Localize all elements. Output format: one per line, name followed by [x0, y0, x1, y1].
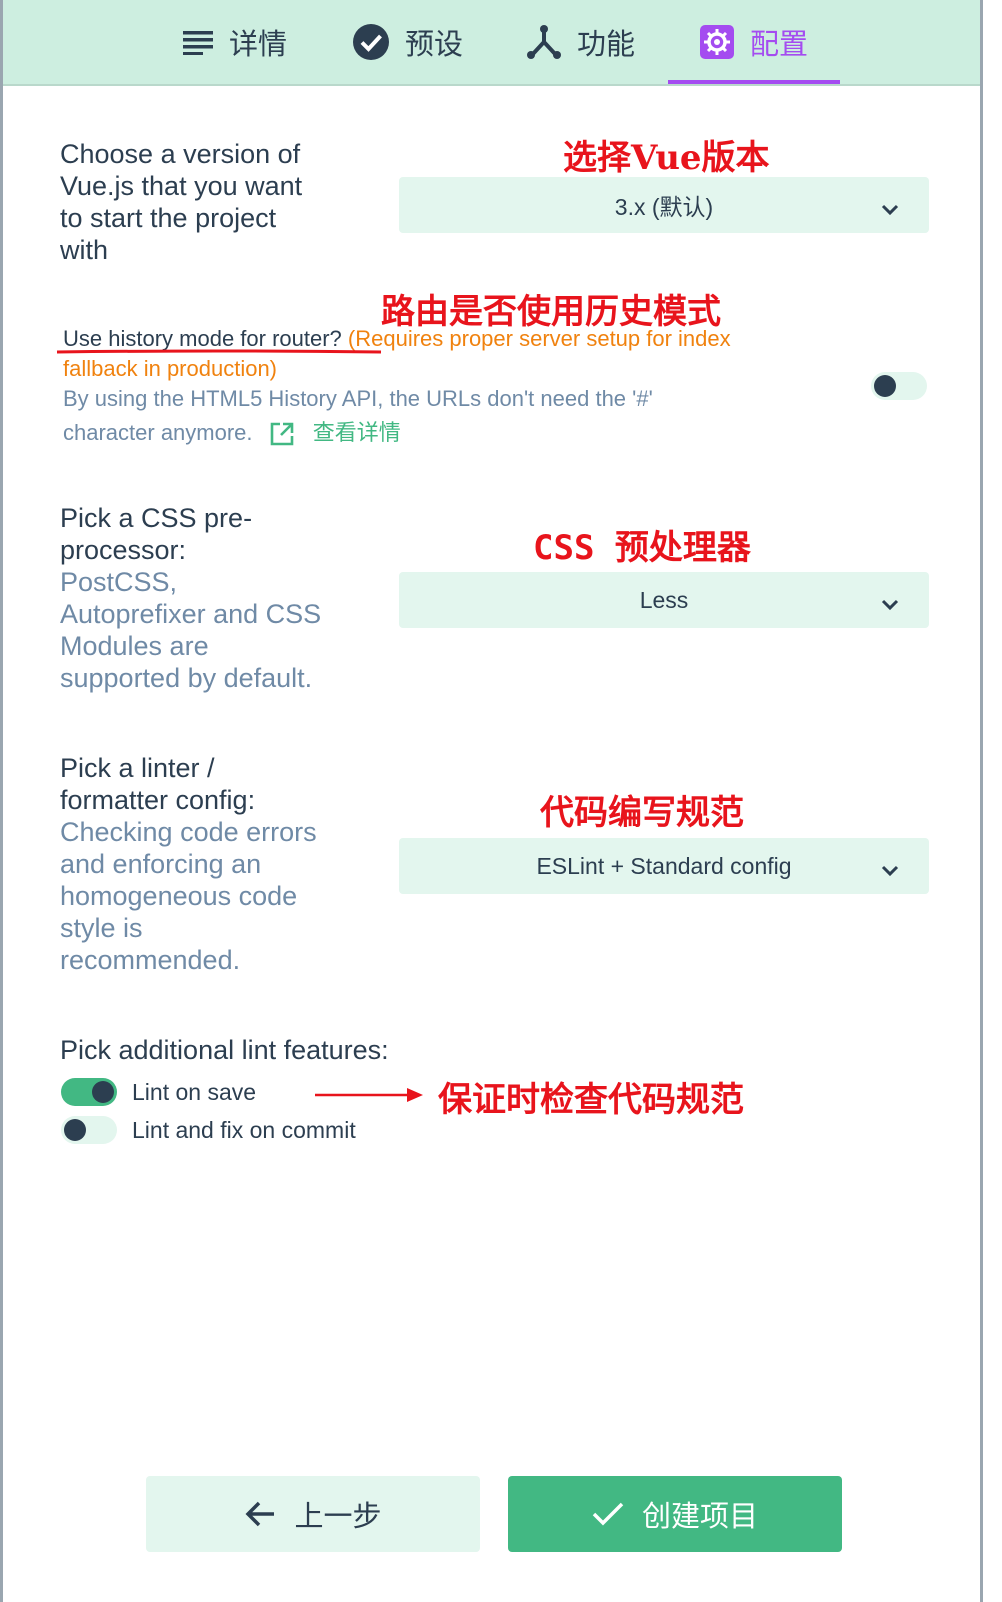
- router-history-toggle[interactable]: [871, 372, 927, 400]
- top-nav: 详情 预设 功能 配置: [3, 0, 980, 86]
- css-desc-line: supported by default.: [60, 663, 313, 693]
- css-label: Pick a CSS pre- processor:: [60, 502, 360, 566]
- previous-step-label: 上一步: [294, 1501, 382, 1533]
- tab-details-label: 详情: [229, 29, 288, 61]
- arrow-left-icon: [244, 1500, 276, 1528]
- lint-features-annotation: 保证时检查代码规范: [438, 1080, 744, 1120]
- create-project-button[interactable]: 创建项目: [508, 1476, 842, 1552]
- tab-config-label: 配置: [750, 29, 809, 61]
- css-preprocessor-value: Less: [639, 586, 689, 613]
- linter-label-line: formatter config:: [60, 785, 256, 815]
- more-info-link[interactable]: 查看详情: [313, 420, 401, 445]
- chevron-down-icon: [881, 856, 899, 883]
- tab-config[interactable]: 配置: [700, 0, 808, 84]
- lint-fix-commit-label: Lint and fix on commit: [132, 1117, 356, 1143]
- css-label-line: processor:: [60, 535, 187, 565]
- css-desc-line: PostCSS,: [60, 567, 178, 597]
- toggle-knob: [92, 1081, 114, 1103]
- external-link-icon[interactable]: [269, 421, 295, 447]
- tab-presets[interactable]: 预设: [353, 0, 463, 84]
- toggle-knob: [874, 375, 896, 397]
- linter-description: Checking code errors and enforcing an ho…: [60, 816, 360, 976]
- css-desc-line: Autoprefixer and CSS: [60, 599, 322, 629]
- list-icon: [183, 29, 213, 55]
- lint-features-label: Pick additional lint features:: [60, 1035, 389, 1065]
- vue-version-label-line: with: [60, 235, 109, 265]
- vue-version-value: 3.x (默认): [614, 194, 714, 220]
- active-tab-indicator: [668, 80, 840, 84]
- lint-on-save-label: Lint on save: [132, 1079, 257, 1105]
- create-project-label: 创建项目: [641, 1501, 758, 1533]
- css-label-line: Pick a CSS pre-: [60, 503, 253, 533]
- tab-features-label: 功能: [577, 29, 636, 61]
- vue-version-select[interactable]: 3.x (默认): [399, 177, 929, 233]
- app-frame: 详情 预设 功能 配置 Choose a version of Vue.js t…: [0, 0, 983, 1602]
- lint-fix-commit-toggle[interactable]: [61, 1116, 117, 1144]
- linter-annotation: 代码编写规范: [540, 793, 744, 833]
- linter-desc-line: and enforcing an: [60, 849, 262, 879]
- lint-on-save-toggle[interactable]: [61, 1078, 117, 1106]
- red-underline-mark: [56, 349, 382, 354]
- check-circle-icon: [353, 24, 389, 60]
- fork-icon: [527, 25, 561, 59]
- toggle-knob: [64, 1119, 86, 1141]
- vue-version-label-line: to start the project: [60, 203, 277, 233]
- css-annotation: CSS 预处理器: [533, 528, 751, 568]
- vue-version-label-line: Vue.js that you want: [60, 171, 303, 201]
- linter-desc-line: recommended.: [60, 945, 241, 975]
- previous-step-button[interactable]: 上一步: [146, 1476, 480, 1552]
- vue-version-label-line: Choose a version of: [60, 139, 301, 169]
- red-arrow-mark: [315, 1088, 423, 1102]
- check-icon: [592, 1501, 624, 1527]
- tab-presets-label: 预设: [405, 29, 464, 61]
- chevron-down-icon: [881, 590, 899, 617]
- vue-version-annotation: 选择Vue版本: [563, 138, 770, 178]
- vue-version-label: Choose a version of Vue.js that you want…: [60, 138, 360, 266]
- linter-label: Pick a linter / formatter config:: [60, 752, 360, 816]
- gear-icon: [700, 25, 734, 59]
- css-description: PostCSS, Autoprefixer and CSS Modules ar…: [60, 566, 360, 694]
- linter-config-select[interactable]: ESLint + Standard config: [399, 838, 929, 894]
- css-desc-line: Modules are: [60, 631, 209, 661]
- chevron-down-icon: [881, 195, 899, 222]
- router-description-block: By using the HTML5 History API, the URLs…: [63, 382, 743, 450]
- linter-desc-line: homogeneous code: [60, 881, 298, 911]
- linter-desc-line: style is: [60, 913, 143, 943]
- tab-features[interactable]: 功能: [527, 0, 635, 84]
- linter-config-value: ESLint + Standard config: [536, 852, 792, 879]
- css-preprocessor-select[interactable]: Less: [399, 572, 929, 628]
- tab-details[interactable]: 详情: [183, 0, 287, 84]
- linter-label-line: Pick a linter /: [60, 753, 215, 783]
- linter-desc-line: Checking code errors: [60, 817, 317, 847]
